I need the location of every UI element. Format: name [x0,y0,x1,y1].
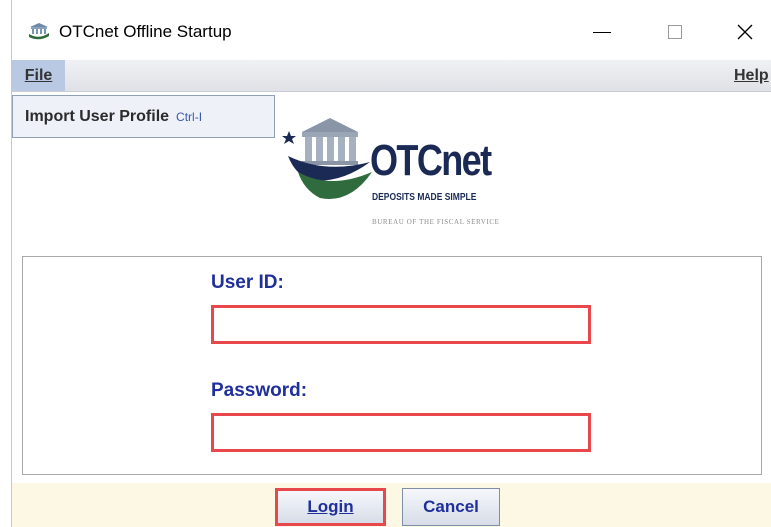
user-id-label: User ID: [211,272,284,293]
logo-tagline: DEPOSITS MADE SIMPLE [372,192,477,203]
treasury-building-icon [29,23,49,40]
menu-item-label: Import User Profile [25,107,170,125]
menu-bar: File Help [12,60,771,92]
login-button-label: Login [307,497,354,516]
menu-item-shortcut: Ctrl-I [176,109,203,124]
logo-wordmark: OTCnet [370,136,492,185]
user-id-input[interactable] [211,305,591,344]
window-title: OTCnet Offline Startup [59,22,232,41]
logo-agency: BUREAU OF THE FISCAL SERVICE [372,218,500,226]
otcnet-logo: OTCnet DEPOSITS MADE SIMPLE BUREAU OF TH… [280,106,540,236]
password-label: Password: [211,380,308,401]
file-menu-dropdown: Import User Profile Ctrl-I [12,95,275,138]
app-window: OTCnet Offline Startup File Help OTCnet … [0,0,771,527]
password-input[interactable] [211,413,591,452]
login-panel: User ID: Password: [22,256,762,475]
button-bar: Login Cancel [12,483,771,527]
minimize-button[interactable] [580,12,624,52]
cancel-button[interactable]: Cancel [402,488,500,526]
close-button[interactable] [723,12,767,52]
menu-file[interactable]: File [12,60,65,91]
menu-help[interactable]: Help [734,60,769,91]
close-icon [737,24,753,40]
login-button[interactable]: Login [275,488,386,526]
maximize-button[interactable] [653,12,697,52]
maximize-icon [668,25,682,39]
menu-item-import-user-profile[interactable]: Import User Profile Ctrl-I [13,108,202,126]
title-bar[interactable]: OTCnet Offline Startup [12,0,771,60]
minimize-icon [593,31,611,33]
